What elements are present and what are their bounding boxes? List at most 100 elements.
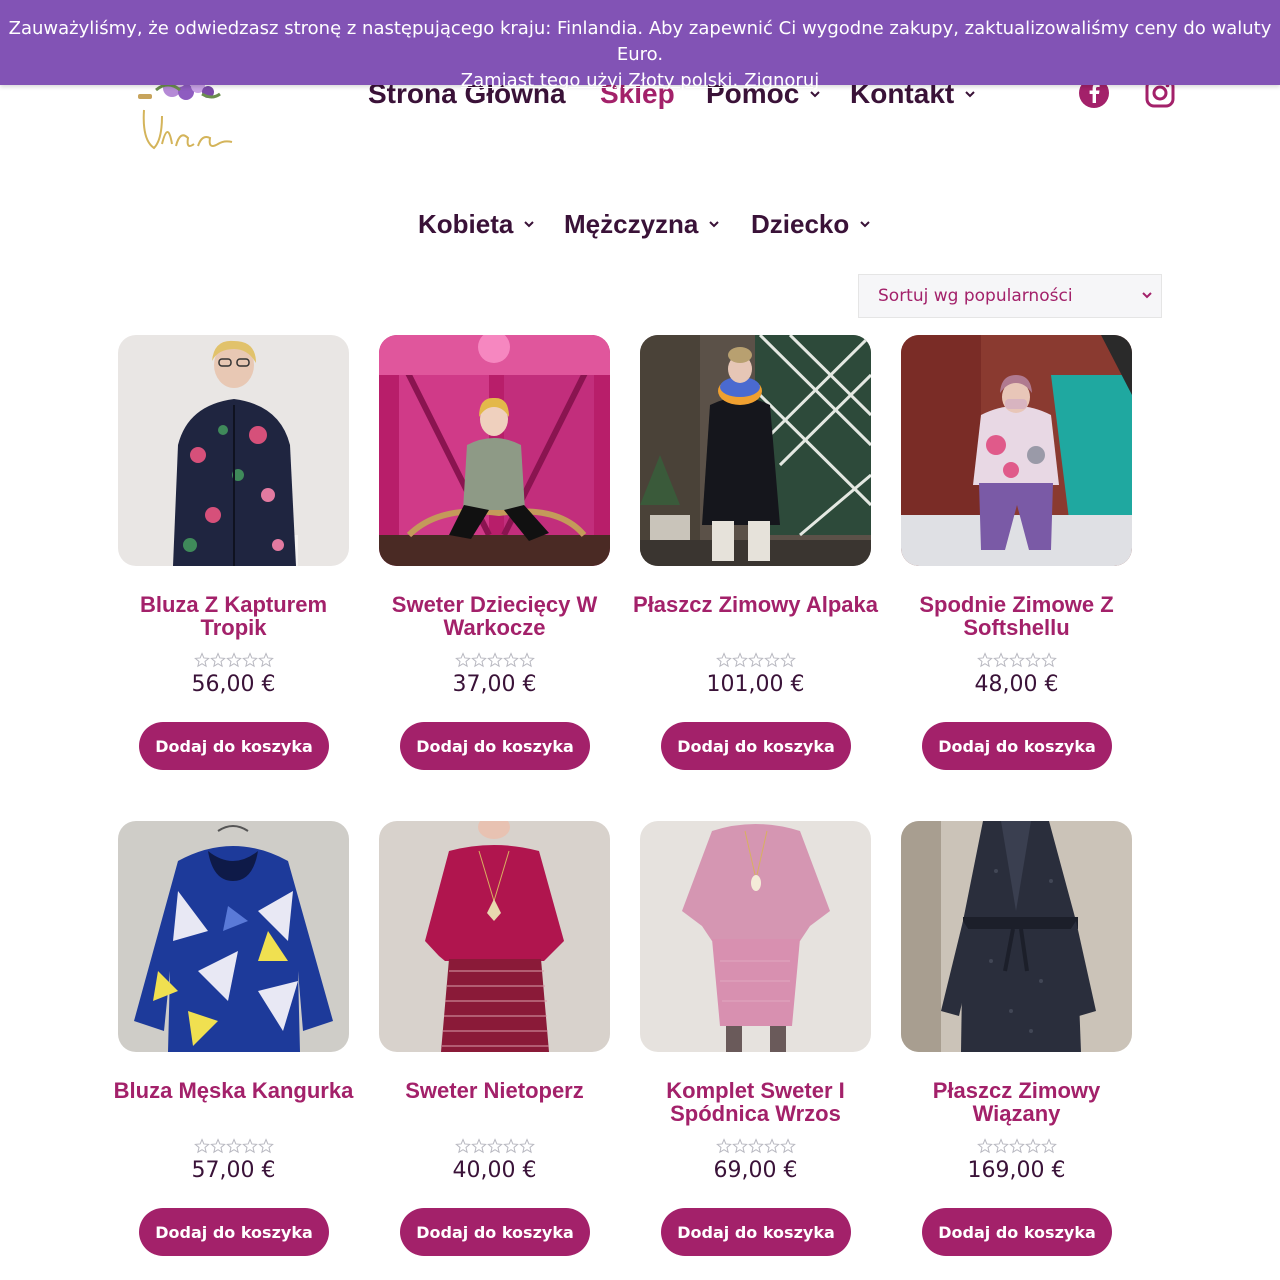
add-to-cart-button[interactable]: Dodaj do koszyka bbox=[400, 722, 590, 770]
star-icon bbox=[519, 1138, 535, 1154]
add-to-cart-button[interactable]: Dodaj do koszyka bbox=[661, 1208, 851, 1256]
category-dziecko[interactable]: Dziecko bbox=[751, 204, 871, 244]
star-icon bbox=[210, 1138, 226, 1154]
category-label: Mężczyzna bbox=[564, 208, 699, 239]
star-icon bbox=[716, 652, 732, 668]
star-icon bbox=[1009, 1138, 1025, 1154]
star-icon bbox=[242, 1138, 258, 1154]
star-rating bbox=[455, 1138, 535, 1154]
star-icon bbox=[993, 652, 1009, 668]
category-label: Kobieta bbox=[418, 208, 514, 239]
category-kobieta[interactable]: Kobieta bbox=[418, 204, 535, 244]
star-icon bbox=[748, 652, 764, 668]
add-to-cart-button[interactable]: Dodaj do koszyka bbox=[661, 722, 851, 770]
notice-message: Zauważyliśmy, że odwiedzasz stronę z nas… bbox=[8, 18, 1272, 65]
product-card: Spodnie Zimowe Z Softshellu 48,00 € Doda… bbox=[901, 335, 1132, 775]
star-icon bbox=[977, 1138, 993, 1154]
star-icon bbox=[1041, 652, 1057, 668]
star-icon bbox=[1025, 1138, 1041, 1154]
product-card: Bluza Męska Kangurka 57,00 € Dodaj do ko… bbox=[114, 821, 353, 1261]
star-icon bbox=[210, 652, 226, 668]
star-rating bbox=[716, 652, 796, 668]
switch-currency-link[interactable]: Zamiast tego użyj Złoty polski. bbox=[461, 70, 738, 91]
product-image[interactable] bbox=[640, 335, 871, 566]
category-mezczyzna[interactable]: Mężczyzna bbox=[564, 204, 720, 244]
product-price: 69,00 € bbox=[713, 1158, 798, 1183]
product-card: Sweter Nietoperz 40,00 € Dodaj do koszyk… bbox=[379, 821, 610, 1261]
product-title[interactable]: Płaszcz Zimowy Wiązany bbox=[891, 1079, 1142, 1125]
product-title[interactable]: Sweter Dziecięcy W Warkocze bbox=[369, 593, 620, 639]
star-icon bbox=[487, 652, 503, 668]
star-icon bbox=[1025, 652, 1041, 668]
star-icon bbox=[226, 652, 242, 668]
product-card: Sweter Dziecięcy W Warkocze 37,00 € Doda… bbox=[379, 335, 610, 775]
product-title[interactable]: Bluza Męska Kangurka bbox=[108, 1079, 359, 1102]
star-icon bbox=[977, 652, 993, 668]
star-icon bbox=[1041, 1138, 1057, 1154]
product-image[interactable] bbox=[901, 821, 1132, 1052]
product-image[interactable] bbox=[901, 335, 1132, 566]
ignore-notice-link[interactable]: Zignoruj bbox=[744, 70, 819, 91]
category-navigation: Kobieta Mężczyzna Dziecko bbox=[0, 204, 1280, 244]
add-to-cart-button[interactable]: Dodaj do koszyka bbox=[139, 1208, 329, 1256]
category-label: Dziecko bbox=[751, 208, 850, 239]
star-icon bbox=[732, 1138, 748, 1154]
star-icon bbox=[993, 1138, 1009, 1154]
star-icon bbox=[732, 652, 748, 668]
product-card: Bluza Z Kapturem Tropik 56,00 € Dodaj do… bbox=[118, 335, 349, 775]
star-rating bbox=[977, 1138, 1057, 1154]
star-icon bbox=[503, 1138, 519, 1154]
product-image[interactable] bbox=[640, 821, 871, 1052]
star-icon bbox=[194, 652, 210, 668]
star-icon bbox=[487, 1138, 503, 1154]
chevron-down-icon bbox=[524, 221, 535, 228]
star-icon bbox=[455, 1138, 471, 1154]
chevron-down-icon bbox=[709, 221, 720, 228]
product-image[interactable] bbox=[379, 335, 610, 566]
star-icon bbox=[780, 652, 796, 668]
product-image[interactable] bbox=[118, 335, 349, 566]
product-price: 37,00 € bbox=[452, 672, 537, 697]
star-icon bbox=[780, 1138, 796, 1154]
star-icon bbox=[242, 652, 258, 668]
product-title[interactable]: Płaszcz Zimowy Alpaka bbox=[630, 593, 881, 616]
star-rating bbox=[194, 1138, 274, 1154]
product-price: 48,00 € bbox=[974, 672, 1059, 697]
star-rating bbox=[455, 652, 535, 668]
chevron-down-icon bbox=[860, 221, 870, 228]
chevron-down-icon bbox=[1142, 292, 1152, 299]
star-icon bbox=[764, 652, 780, 668]
sort-selected-value: Sortuj wg popularności bbox=[878, 286, 1073, 306]
currency-notice-bar: Zauważyliśmy, że odwiedzasz stronę z nas… bbox=[0, 0, 1280, 91]
product-title[interactable]: Komplet Sweter I Spódnica Wrzos bbox=[630, 1079, 881, 1125]
product-card: Komplet Sweter I Spódnica Wrzos 69,00 € … bbox=[640, 821, 871, 1261]
product-title[interactable]: Sweter Nietoperz bbox=[369, 1079, 620, 1102]
star-icon bbox=[748, 1138, 764, 1154]
star-icon bbox=[471, 1138, 487, 1154]
star-icon bbox=[503, 652, 519, 668]
add-to-cart-button[interactable]: Dodaj do koszyka bbox=[922, 722, 1112, 770]
star-icon bbox=[519, 652, 535, 668]
star-icon bbox=[716, 1138, 732, 1154]
product-price: 57,00 € bbox=[191, 1158, 276, 1183]
star-rating bbox=[194, 652, 274, 668]
product-card: Płaszcz Zimowy Alpaka 101,00 € Dodaj do … bbox=[633, 335, 878, 775]
star-icon bbox=[258, 1138, 274, 1154]
star-rating bbox=[977, 652, 1057, 668]
product-price: 40,00 € bbox=[452, 1158, 537, 1183]
star-icon bbox=[455, 652, 471, 668]
product-price: 56,00 € bbox=[191, 672, 276, 697]
product-title[interactable]: Spodnie Zimowe Z Softshellu bbox=[891, 593, 1142, 639]
product-card: Płaszcz Zimowy Wiązany 169,00 € Dodaj do… bbox=[901, 821, 1132, 1261]
add-to-cart-button[interactable]: Dodaj do koszyka bbox=[922, 1208, 1112, 1256]
product-price: 169,00 € bbox=[967, 1158, 1066, 1183]
product-title[interactable]: Bluza Z Kapturem Tropik bbox=[108, 593, 359, 639]
product-image[interactable] bbox=[379, 821, 610, 1052]
star-icon bbox=[258, 652, 274, 668]
star-icon bbox=[764, 1138, 780, 1154]
add-to-cart-button[interactable]: Dodaj do koszyka bbox=[139, 722, 329, 770]
add-to-cart-button[interactable]: Dodaj do koszyka bbox=[400, 1208, 590, 1256]
product-image[interactable] bbox=[118, 821, 349, 1052]
sort-select[interactable]: Sortuj wg popularności bbox=[858, 274, 1162, 318]
product-price: 101,00 € bbox=[706, 672, 805, 697]
